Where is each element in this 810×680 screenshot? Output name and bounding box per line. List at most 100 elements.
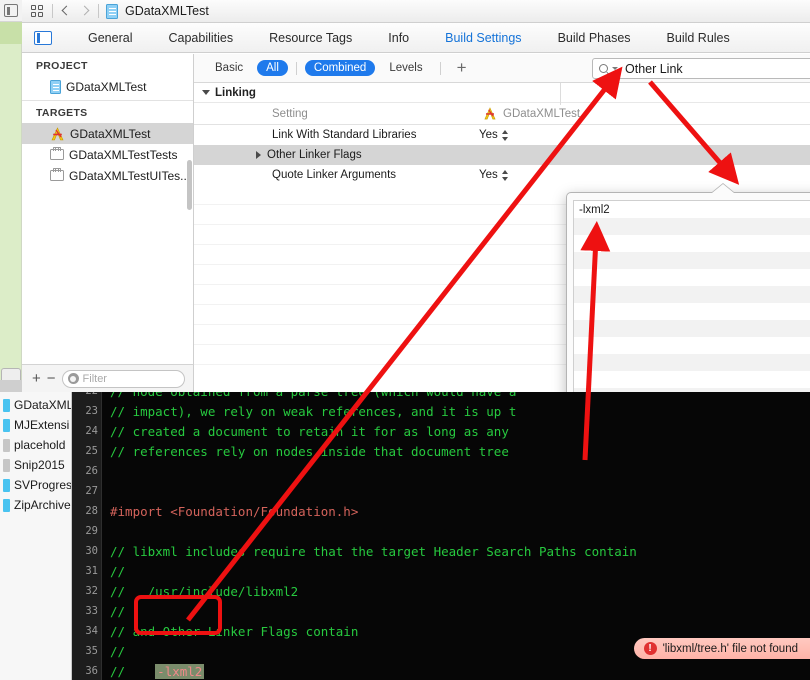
stepper-icon[interactable]	[501, 169, 509, 181]
chevron-down-icon[interactable]	[612, 67, 618, 70]
settings-table-header: Setting GDataXMLTest	[194, 103, 810, 125]
setting-value[interactable]: Yes	[479, 129, 509, 141]
tab-resource-tags[interactable]: Resource Tags	[251, 31, 370, 45]
test-bundle-icon	[50, 168, 64, 181]
setting-value[interactable]: Yes	[479, 169, 509, 181]
scope-levels[interactable]: Levels	[380, 60, 431, 76]
list-item-empty[interactable]	[574, 252, 810, 269]
list-item-empty[interactable]	[574, 269, 810, 286]
scope-basic[interactable]: Basic	[206, 60, 252, 76]
stepper-icon[interactable]	[501, 129, 509, 141]
status-badge-error[interactable]: ! 'libxml/tree.h' file not found	[633, 638, 810, 659]
code-line[interactable]: 26	[72, 461, 810, 481]
list-item[interactable]: ZipArchive	[0, 495, 71, 515]
line-number: 33	[85, 605, 98, 617]
line-number: 25	[85, 445, 98, 457]
line-number: 29	[85, 525, 98, 537]
filter-search-icon	[67, 373, 79, 384]
forward-button-icon[interactable]	[79, 4, 91, 18]
back-button-icon[interactable]	[60, 4, 72, 18]
line-number: 31	[85, 565, 98, 577]
list-item[interactable]: -lxml2	[574, 201, 810, 218]
scope-combined[interactable]: Combined	[304, 60, 376, 76]
grid-icon[interactable]	[30, 4, 45, 19]
setting-name: Link With Standard Libraries	[272, 129, 417, 141]
list-item-empty[interactable]	[574, 320, 810, 337]
list-item[interactable]: GDataXML	[0, 395, 71, 415]
list-item[interactable]: SVProgres	[0, 475, 71, 495]
remove-target-button[interactable]: −	[47, 371, 56, 386]
line-text: // impact), we rely on weak references, …	[110, 403, 517, 419]
tab-build-rules[interactable]: Build Rules	[649, 31, 748, 45]
chevron-right-icon[interactable]	[256, 151, 261, 159]
list-item-label: SVProgres	[14, 478, 71, 492]
line-number: 22	[72, 392, 98, 397]
sidebar-item-project-gdataxmltest[interactable]: GDataXMLTest	[22, 76, 193, 97]
list-item-empty[interactable]	[574, 337, 810, 354]
navigator-toggle-icon[interactable]	[34, 30, 52, 45]
code-line[interactable]: 25 // references rely on nodes inside th…	[72, 441, 810, 461]
code-editor[interactable]: 22 // node obtained from a parse tree (w…	[72, 392, 810, 680]
code-line-selected-flag[interactable]: 36 // -lxml2	[72, 661, 810, 680]
search-input[interactable]: Other Link	[625, 62, 683, 76]
code-line[interactable]: 28 #import <Foundation/Foundation.h>	[72, 501, 810, 521]
error-icon: !	[643, 642, 657, 655]
breadcrumb[interactable]: GDataXMLTest	[125, 4, 209, 18]
code-line[interactable]: 31 //	[72, 561, 810, 581]
tab-build-phases[interactable]: Build Phases	[540, 31, 649, 45]
column-header-setting: Setting	[272, 107, 308, 120]
add-target-button[interactable]: +	[32, 371, 41, 386]
tab-build-settings[interactable]: Build Settings	[427, 31, 539, 45]
line-number: 32	[85, 585, 98, 597]
table-row[interactable]: Link With Standard Libraries Yes	[194, 125, 810, 145]
build-settings-search-field[interactable]: Other Link	[592, 58, 810, 79]
line-number: 24	[85, 425, 98, 437]
left-strip-selected-cell[interactable]	[0, 22, 22, 44]
search-icon	[599, 64, 608, 73]
navigator-footer: + − Filter	[22, 364, 194, 392]
tab-general[interactable]: General	[70, 31, 150, 45]
list-item-empty[interactable]	[574, 235, 810, 252]
sidebar-item-target-gdataxmltesttests[interactable]: GDataXMLTestTests	[22, 144, 193, 165]
chevron-down-icon[interactable]	[202, 90, 210, 95]
file-color-chip	[3, 458, 10, 472]
column-header-target: GDataXMLTest	[479, 106, 580, 121]
table-row[interactable]: Quote Linker Arguments Yes	[194, 165, 810, 185]
left-strip-top-cell	[0, 0, 22, 22]
code-line[interactable]: 30 // libxml includes require that the t…	[72, 541, 810, 561]
settings-column-divider	[560, 83, 561, 105]
code-line[interactable]: 29	[72, 521, 810, 541]
line-number: 23	[85, 405, 98, 417]
list-item[interactable]: MJExtensi	[0, 415, 71, 435]
filter-input[interactable]: Filter	[61, 369, 185, 388]
list-item-empty[interactable]	[574, 218, 810, 235]
code-line[interactable]: 24 // created a document to retain it fo…	[72, 421, 810, 441]
settings-group-linking[interactable]: Linking	[194, 83, 810, 103]
app-target-icon	[50, 126, 65, 141]
file-color-chip	[3, 438, 10, 452]
tab-info[interactable]: Info	[370, 31, 427, 45]
list-item-empty[interactable]	[574, 303, 810, 320]
code-line[interactable]: 22 // node obtained from a parse tree (w…	[72, 392, 810, 401]
list-item[interactable]: Snip2015	[0, 455, 71, 475]
scope-all[interactable]: All	[257, 60, 288, 76]
add-setting-button[interactable]: +	[449, 59, 475, 76]
list-item[interactable]: placehold	[0, 435, 71, 455]
sidebar-item-target-gdataxmltest[interactable]: GDataXMLTest	[22, 123, 193, 144]
navigator-scrollbar[interactable]	[187, 160, 192, 210]
list-item-empty[interactable]	[574, 371, 810, 388]
app-target-icon	[483, 106, 498, 121]
window-toolbar: GDataXMLTest	[22, 0, 810, 23]
list-item-empty[interactable]	[574, 286, 810, 303]
scope-divider	[439, 61, 441, 75]
sidebar-item-target-gdataxmltestuitests[interactable]: GDataXMLTestUITes...	[22, 165, 193, 186]
tab-capabilities[interactable]: Capabilities	[150, 31, 251, 45]
table-row[interactable]: Other Linker Flags	[194, 145, 810, 165]
code-line[interactable]: 23 // impact), we rely on weak reference…	[72, 401, 810, 421]
list-item-empty[interactable]	[574, 354, 810, 371]
project-document-icon	[50, 79, 61, 94]
list-item-label: placehold	[14, 438, 66, 452]
code-line[interactable]: 27	[72, 481, 810, 501]
selected-linker-flag-text[interactable]: -lxml2	[155, 663, 205, 679]
list-item-label: Snip2015	[14, 458, 65, 472]
